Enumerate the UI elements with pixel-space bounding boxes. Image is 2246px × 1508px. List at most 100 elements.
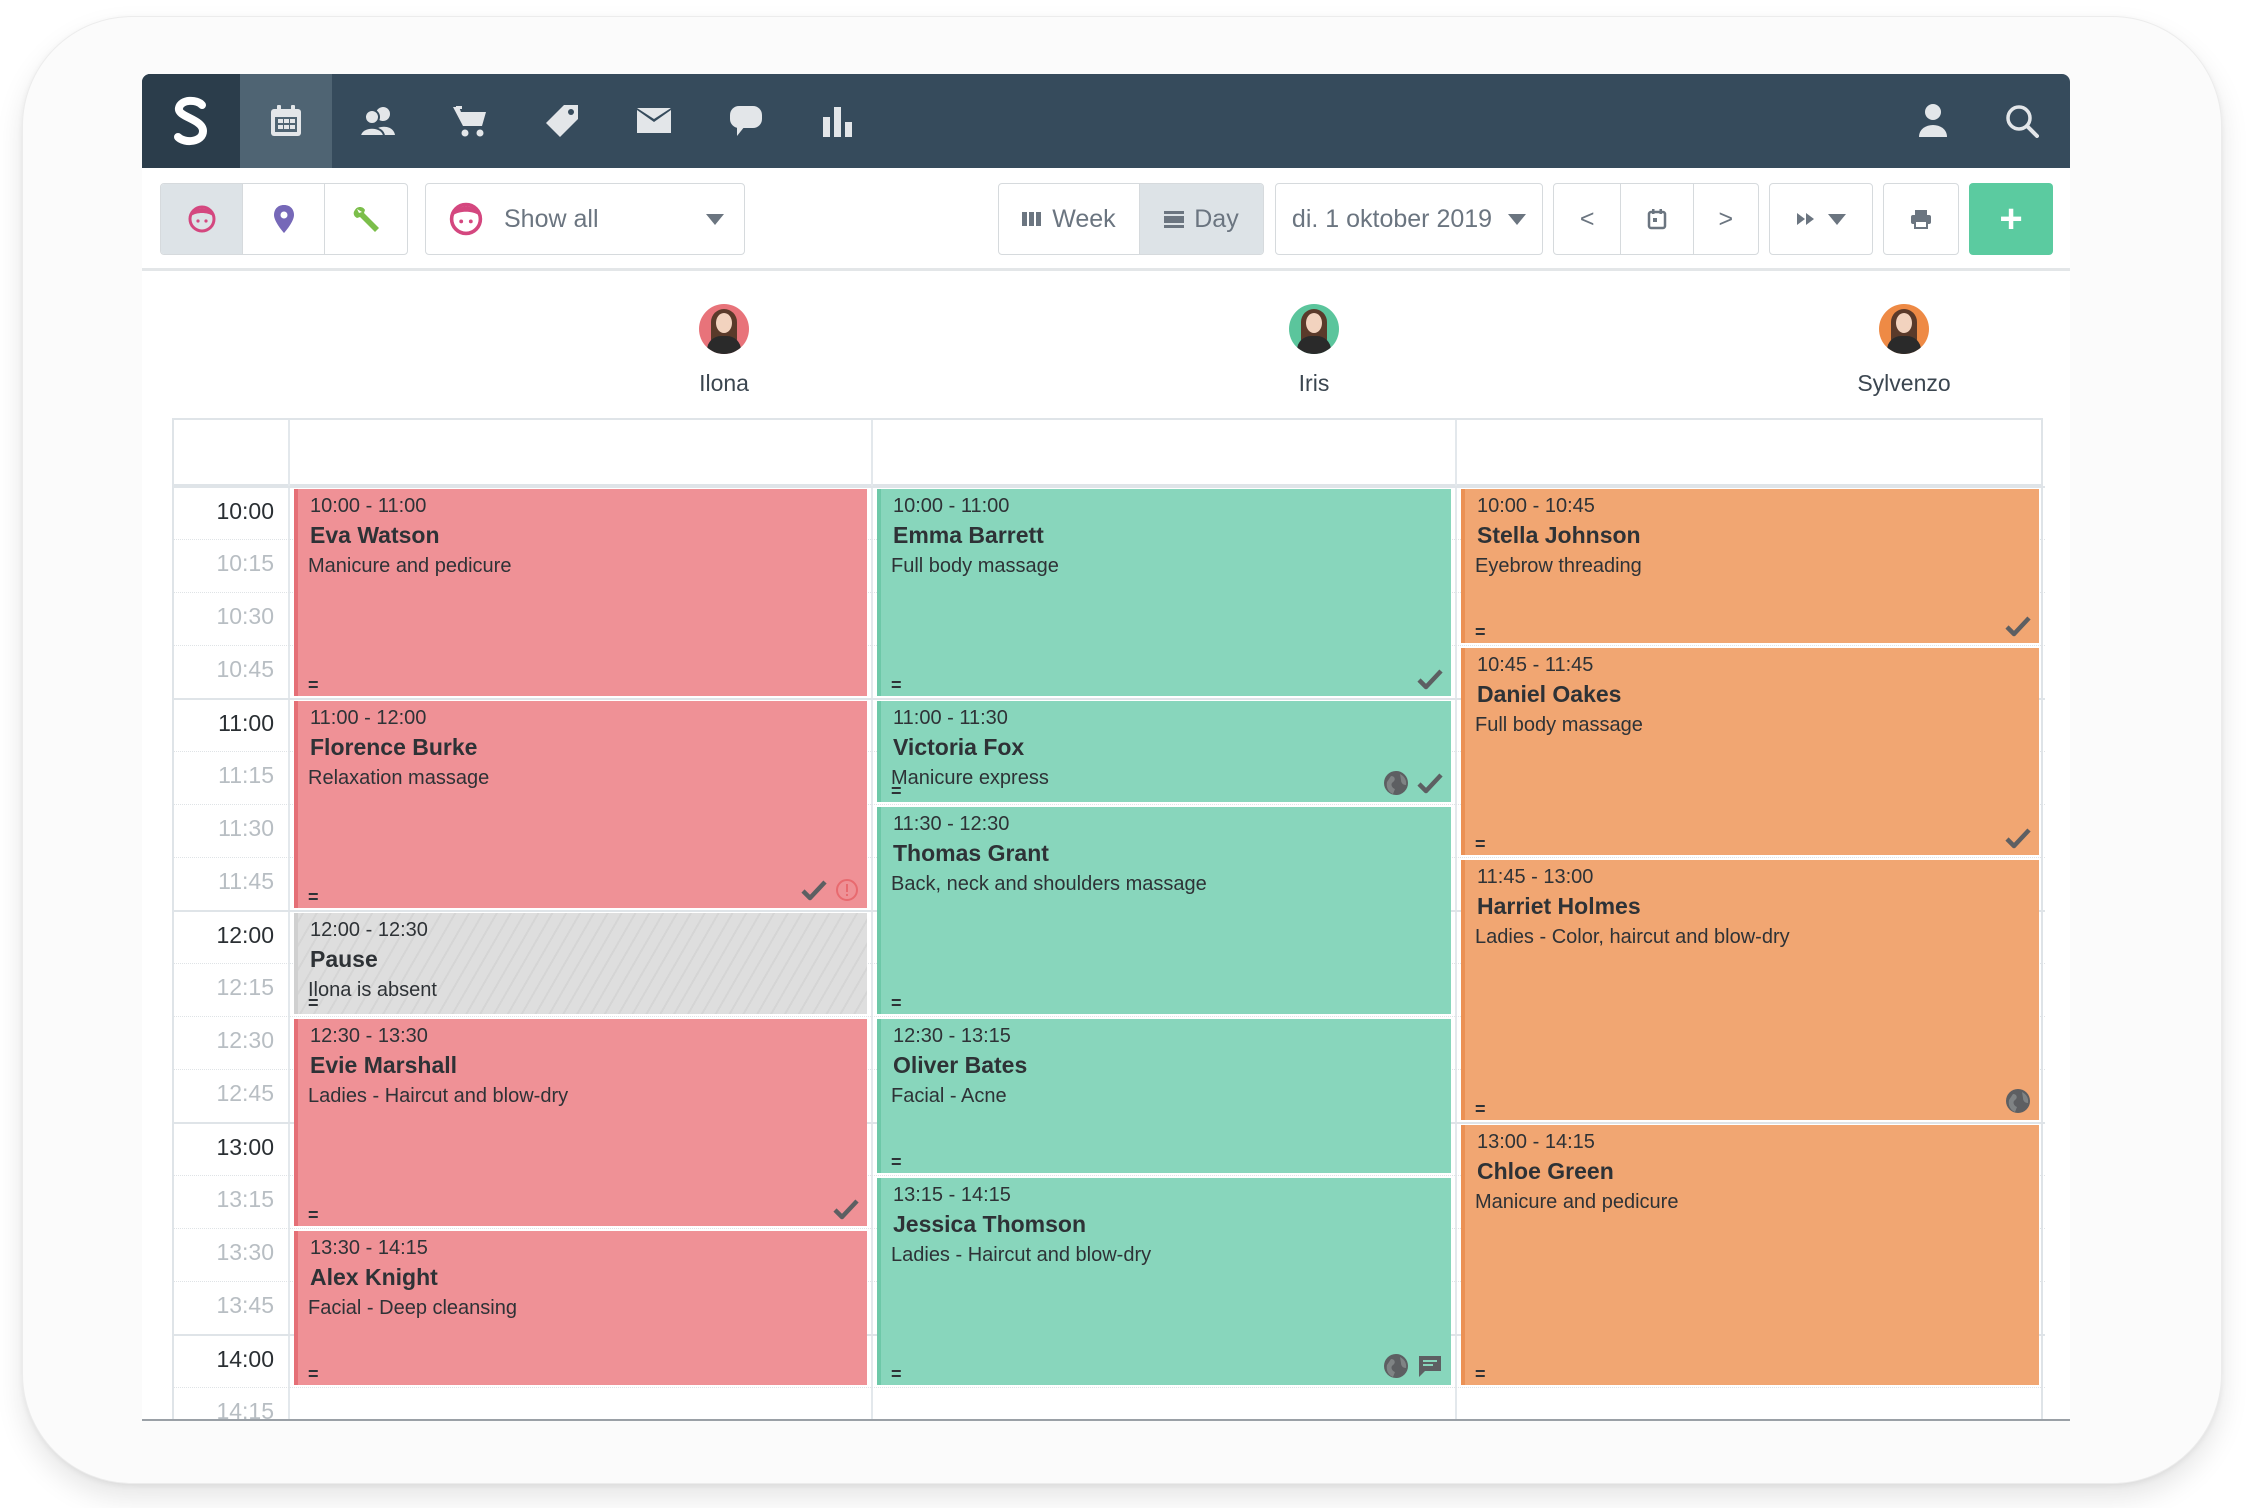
- time-label: 13:45: [216, 1292, 274, 1318]
- staff-name: Ilona: [699, 370, 749, 396]
- next-label: >: [1718, 204, 1734, 233]
- staff-header-ilona[interactable]: Ilona: [574, 304, 874, 397]
- pause-block[interactable]: 12:00 - 12:30 Pause Ilona is absent =: [294, 913, 867, 1014]
- appointment-client: Evie Marshall: [310, 1052, 458, 1078]
- stats-icon: [823, 107, 852, 137]
- top-nav: [142, 74, 2070, 168]
- appointment-status-icons: [1383, 1353, 1443, 1379]
- resize-handle-icon[interactable]: =: [308, 1365, 319, 1383]
- appointment-time: 11:00 - 12:00: [310, 707, 427, 729]
- check-icon: [801, 879, 827, 901]
- appointment-card[interactable]: 10:45 - 11:45 Daniel Oakes Full body massa…: [1461, 648, 2039, 855]
- fast-forward-icon: [1797, 213, 1814, 225]
- avatar: [1289, 304, 1339, 354]
- resize-handle-icon[interactable]: =: [891, 676, 902, 694]
- appointment-service: Manicure and pedicure: [1475, 1191, 1679, 1213]
- nav-account[interactable]: [1887, 74, 1979, 168]
- avatar: [699, 304, 749, 354]
- resize-handle-icon[interactable]: =: [1475, 623, 1486, 641]
- appointment-time: 11:00 - 11:30: [893, 707, 1008, 729]
- tag-icon: [546, 105, 578, 137]
- staff-header-iris[interactable]: Iris: [1164, 304, 1464, 397]
- appointment-client: Florence Burke: [310, 734, 478, 760]
- resize-handle-icon[interactable]: =: [891, 1365, 902, 1383]
- toolbar-divider: [142, 268, 2070, 271]
- appointment-card[interactable]: 11:00 - 11:30 Victoria Fox Manicure expres…: [877, 701, 1451, 802]
- resize-handle-icon[interactable]: =: [1475, 1100, 1486, 1118]
- appointment-card[interactable]: 12:30 - 13:30 Evie Marshall Ladies - Hairc…: [294, 1019, 867, 1226]
- appointment-status-icons: [2005, 615, 2031, 637]
- appointment-service: Facial - Deep cleansing: [308, 1297, 517, 1319]
- chevron-down-icon: [1828, 213, 1846, 225]
- appointment-card[interactable]: 13:15 - 14:15 Jessica Thomson Ladies - Hai…: [877, 1178, 1451, 1385]
- nav-stats[interactable]: [792, 74, 884, 168]
- appointment-service: Manicure express: [891, 767, 1049, 789]
- prev-day-button[interactable]: <: [1554, 184, 1622, 254]
- appointment-service: Back, neck and shoulders massage: [891, 873, 1207, 895]
- time-label: 11:15: [218, 762, 274, 788]
- appointment-card[interactable]: 13:30 - 14:15 Alex Knight Facial - Deep cl…: [294, 1231, 867, 1385]
- appointment-client: Thomas Grant: [893, 840, 1049, 866]
- nav-chat[interactable]: [700, 74, 792, 168]
- today-button[interactable]: [1621, 184, 1694, 254]
- appointment-card[interactable]: 11:30 - 12:30 Thomas Grant Back, neck and …: [877, 807, 1451, 1014]
- resize-handle-icon[interactable]: =: [1475, 835, 1486, 853]
- chevron-down-icon: [1508, 213, 1527, 225]
- calendar-today-icon: [1647, 209, 1667, 230]
- nav-clients[interactable]: [332, 74, 424, 168]
- appointment-service: Manicure and pedicure: [308, 555, 512, 577]
- appointment-card[interactable]: 11:45 - 13:00 Harriet Holmes Ladies - Colo…: [1461, 860, 2039, 1120]
- time-label: 11:45: [218, 868, 274, 894]
- view-week-label: Week: [1052, 204, 1116, 233]
- appointment-card[interactable]: 13:00 - 14:15 Chloe Green Manicure and ped…: [1461, 1125, 2039, 1385]
- resize-handle-icon[interactable]: =: [891, 994, 902, 1012]
- appointment-client: Daniel Oakes: [1477, 681, 1622, 707]
- time-label: 13:00: [216, 1134, 274, 1160]
- staff-header-sylvenzo[interactable]: Sylvenzo: [1754, 304, 2054, 397]
- date-picker[interactable]: di. 1 oktober 2019: [1275, 183, 1543, 255]
- appointment-card[interactable]: 10:00 - 11:00 Emma Barrett Full body massa…: [877, 489, 1451, 696]
- skip-menu[interactable]: [1769, 183, 1873, 255]
- nav-calendar[interactable]: [240, 74, 332, 168]
- staff-select[interactable]: Show all: [425, 183, 745, 255]
- next-day-button[interactable]: >: [1694, 184, 1758, 254]
- user-icon: [1919, 104, 1947, 137]
- staff-name: Sylvenzo: [1857, 370, 1951, 396]
- appointment-card[interactable]: 10:00 - 10:45 Stella Johnson Eyebrow threa…: [1461, 489, 2039, 643]
- chat-icon: [730, 106, 762, 136]
- view-week-button[interactable]: Week: [999, 184, 1140, 254]
- nav-tags[interactable]: [516, 74, 608, 168]
- appointment-card[interactable]: 10:00 - 11:00 Eva Watson Manicure and pedi…: [294, 489, 867, 696]
- resize-handle-icon[interactable]: =: [891, 782, 902, 800]
- filter-location-tab[interactable]: [243, 184, 325, 254]
- appointment-status-icons: [1417, 668, 1443, 690]
- resize-handle-icon[interactable]: =: [891, 1153, 902, 1171]
- resize-handle-icon[interactable]: =: [308, 888, 319, 906]
- check-icon: [833, 1198, 859, 1220]
- resize-handle-icon[interactable]: =: [308, 994, 319, 1012]
- add-appointment-button[interactable]: +: [1969, 183, 2053, 255]
- app-logo[interactable]: [142, 74, 240, 168]
- clients-icon: [359, 107, 395, 137]
- resize-handle-icon[interactable]: =: [1475, 1365, 1486, 1383]
- globe-icon: [1383, 1353, 1409, 1379]
- view-day-button[interactable]: Day: [1139, 184, 1263, 254]
- nav-shop[interactable]: [424, 74, 516, 168]
- time-label: 13:30: [216, 1239, 274, 1265]
- appointment-card[interactable]: 11:00 - 12:00 Florence Burke Relaxation ma…: [294, 701, 867, 908]
- resize-handle-icon[interactable]: =: [308, 676, 319, 694]
- appointment-card[interactable]: 12:30 - 13:15 Oliver Bates Facial - Acne =: [877, 1019, 1451, 1173]
- nav-messages[interactable]: [608, 74, 700, 168]
- nav-search[interactable]: [1976, 74, 2068, 168]
- filter-staff-tab[interactable]: [161, 184, 244, 254]
- filter-resource-tab[interactable]: [325, 184, 407, 254]
- print-button[interactable]: [1883, 183, 1959, 255]
- staff-column-iris: 10:00 - 11:00 Emma Barrett Full body massa…: [873, 486, 1455, 1419]
- time-label: 10:45: [216, 656, 274, 682]
- resize-handle-icon[interactable]: =: [308, 1206, 319, 1224]
- filter-tabs: [160, 183, 408, 255]
- date-navigation: < >: [1553, 183, 1759, 255]
- time-label: 11:30: [218, 815, 274, 841]
- staff-select-inner: Show all: [426, 184, 744, 254]
- cart-icon: [453, 106, 486, 137]
